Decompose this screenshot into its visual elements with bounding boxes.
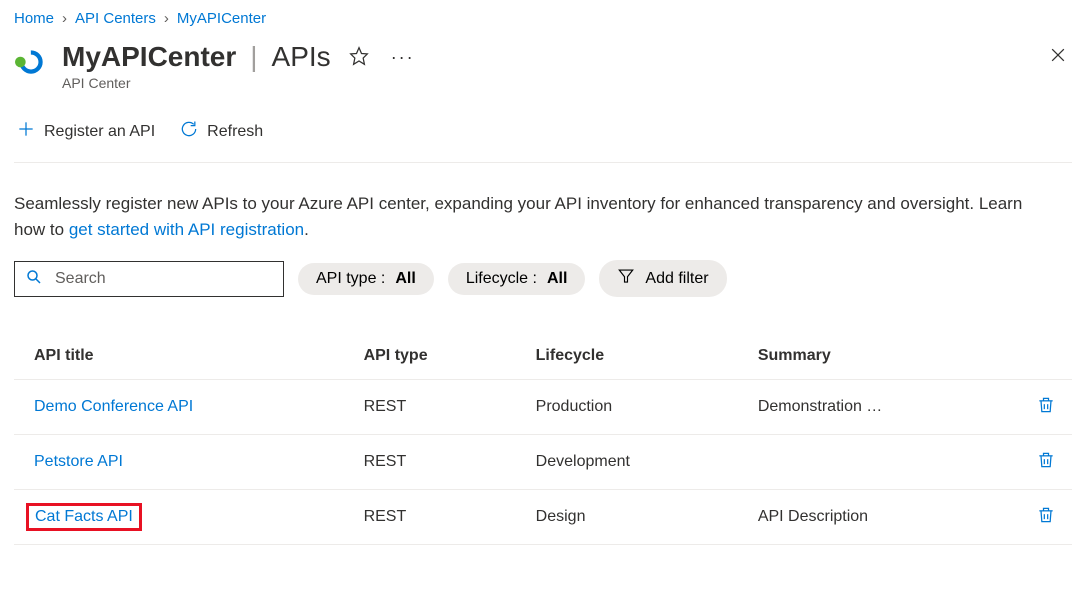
api-title-link[interactable]: Cat Facts API: [35, 508, 133, 525]
favorite-button[interactable]: [345, 42, 373, 73]
breadcrumb-current[interactable]: MyAPICenter: [177, 10, 266, 27]
trash-icon: [1036, 403, 1056, 418]
register-api-button[interactable]: Register an API: [14, 115, 157, 148]
col-type[interactable]: API type: [344, 337, 516, 380]
add-filter-label: Add filter: [645, 270, 708, 288]
filter-api-type[interactable]: API type : All: [298, 263, 434, 295]
delete-button[interactable]: [1030, 504, 1062, 529]
close-icon: [1048, 49, 1068, 69]
cell-lifecycle: Design: [516, 490, 738, 545]
cell-type: REST: [344, 435, 516, 490]
trash-icon: [1036, 513, 1056, 528]
api-title-link[interactable]: Demo Conference API: [34, 398, 193, 415]
search-box[interactable]: [14, 261, 284, 297]
command-bar: Register an API Refresh: [14, 109, 1072, 163]
table-row: Petstore API RESTDevelopment: [14, 435, 1072, 490]
ellipsis-icon: ···: [391, 47, 415, 67]
refresh-label: Refresh: [207, 123, 263, 141]
col-title[interactable]: API title: [14, 337, 344, 380]
chevron-right-icon: ›: [164, 10, 169, 27]
plus-icon: [16, 119, 36, 144]
col-summary[interactable]: Summary: [738, 337, 1010, 380]
learn-link[interactable]: get started with API registration: [69, 220, 304, 239]
page-title-section: APIs: [272, 41, 331, 73]
cell-summary: API Description: [738, 490, 1010, 545]
funnel-icon: [617, 267, 635, 290]
filter-lifecycle-value: All: [547, 270, 567, 288]
cell-lifecycle: Production: [516, 380, 738, 435]
cell-type: REST: [344, 380, 516, 435]
breadcrumb-home[interactable]: Home: [14, 10, 54, 27]
register-api-label: Register an API: [44, 123, 155, 141]
star-icon: [349, 54, 369, 69]
delete-button[interactable]: [1030, 449, 1062, 474]
chevron-right-icon: ›: [62, 10, 67, 27]
filter-api-type-value: All: [395, 270, 415, 288]
breadcrumb: Home › API Centers › MyAPICenter: [14, 10, 1072, 27]
filter-api-type-label: API type :: [316, 270, 385, 288]
search-icon: [25, 268, 43, 289]
api-title-link[interactable]: Petstore API: [34, 453, 123, 470]
table-row: Cat Facts API RESTDesignAPI Description: [14, 490, 1072, 545]
filter-lifecycle-label: Lifecycle :: [466, 270, 537, 288]
close-button[interactable]: [1044, 41, 1072, 74]
title-divider: |: [250, 41, 257, 73]
page-header: MyAPICenter | APIs ··· API Center: [14, 41, 1072, 91]
api-table: API title API type Lifecycle Summary Dem…: [14, 337, 1072, 545]
page-title-name: MyAPICenter: [62, 41, 236, 73]
delete-button[interactable]: [1030, 394, 1062, 419]
description-text: Seamlessly register new APIs to your Azu…: [14, 191, 1054, 242]
filter-lifecycle[interactable]: Lifecycle : All: [448, 263, 586, 295]
api-center-icon: [14, 45, 48, 79]
highlight-box: Cat Facts API: [26, 503, 142, 531]
table-row: Demo Conference API RESTProductionDemonst…: [14, 380, 1072, 435]
breadcrumb-api-centers[interactable]: API Centers: [75, 10, 156, 27]
more-button[interactable]: ···: [387, 43, 419, 72]
page-subtitle: API Center: [62, 75, 1044, 91]
cell-summary: [738, 435, 1010, 490]
col-lifecycle[interactable]: Lifecycle: [516, 337, 738, 380]
table-header-row: API title API type Lifecycle Summary: [14, 337, 1072, 380]
refresh-icon: [179, 119, 199, 144]
refresh-button[interactable]: Refresh: [177, 115, 265, 148]
cell-summary: Demonstration …: [738, 380, 1010, 435]
search-input[interactable]: [53, 269, 273, 289]
cell-type: REST: [344, 490, 516, 545]
cell-lifecycle: Development: [516, 435, 738, 490]
add-filter-button[interactable]: Add filter: [599, 260, 726, 297]
filter-row: API type : All Lifecycle : All Add filte…: [14, 260, 1072, 297]
trash-icon: [1036, 458, 1056, 473]
